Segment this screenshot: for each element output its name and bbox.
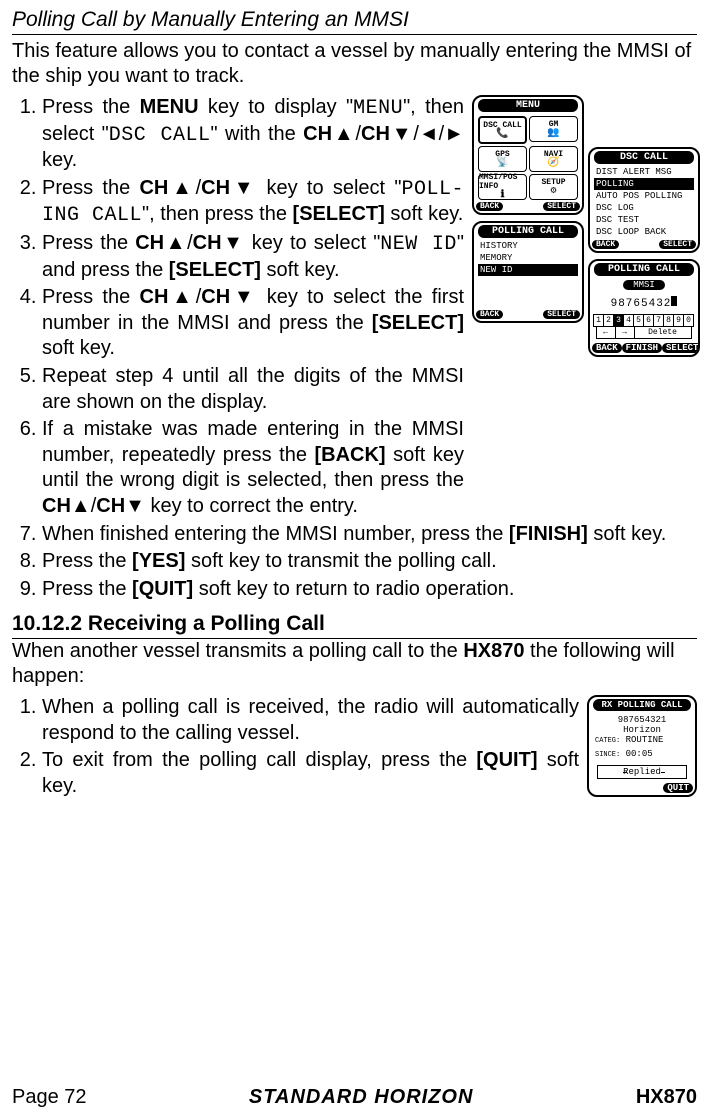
rx-categ-label: CATEG: <box>595 737 620 745</box>
rx-replied: Replied <box>597 765 687 779</box>
rx-categ: ROUTINE <box>626 735 664 745</box>
rx-name: Horizon <box>595 725 689 735</box>
steps-list-a: Press the MENU key to display "MENU", th… <box>12 95 464 520</box>
polling-item[interactable]: HISTORY <box>478 240 578 252</box>
step-item: Press the CH▲/CH▼ key to select the firs… <box>42 285 464 362</box>
rx-since: 00:05 <box>626 749 653 759</box>
dsc-item[interactable]: POLLING <box>594 178 694 190</box>
mmsi-back[interactable]: BACK <box>592 343 622 353</box>
menu-title: MENU <box>478 99 578 112</box>
menu-cell[interactable]: SETUP⚙ <box>529 174 578 200</box>
polling-item[interactable]: NEW ID <box>478 264 578 276</box>
dsc-item[interactable]: DSC LOG <box>594 202 694 214</box>
model-name: HX870 <box>636 1086 697 1109</box>
step-item: If a mistake was made entering in the MM… <box>42 417 464 519</box>
polling-item[interactable]: MEMORY <box>478 252 578 264</box>
dsc-select[interactable]: SELECT <box>659 240 696 249</box>
subsection-intro: When another vessel transmits a polling … <box>12 639 697 689</box>
page-number: Page 72 <box>12 1086 87 1109</box>
step-item: Press the [QUIT] soft key to return to r… <box>42 577 697 603</box>
dsc-screen: DSC CALL DIST ALERT MSGPOLLINGAUTO POS P… <box>588 147 700 253</box>
polling-back[interactable]: BACK <box>476 310 503 319</box>
step-item: Repeat step 4 until all the digits of th… <box>42 364 464 415</box>
dsc-item[interactable]: DIST ALERT MSG <box>594 166 694 178</box>
step-item: To exit from the polling call display, p… <box>42 748 579 799</box>
step-item: Press the CH▲/CH▼ key to select "NEW ID"… <box>42 231 464 283</box>
polling-screen: POLLING CALL HISTORYMEMORYNEW ID BACK SE… <box>472 221 584 323</box>
mmsi-select[interactable]: SELECT <box>662 343 700 353</box>
menu-cell[interactable]: NAVI🧭 <box>529 146 578 172</box>
subsection-title: 10.12.2 Receiving a Polling Call <box>12 612 697 639</box>
brand-logo: STANDARD HORIZON <box>249 1086 474 1109</box>
menu-cell[interactable]: GPS📡 <box>478 146 527 172</box>
mmsi-title: POLLING CALL <box>594 263 694 276</box>
mmsi-finish[interactable]: FINISH <box>622 343 662 353</box>
menu-screen: MENU DSC CALL📞GM👥GPS📡NAVI🧭MMSI/POS INFOℹ… <box>472 95 584 215</box>
step-item: Press the CH▲/CH▼ key to select "POLL-IN… <box>42 176 464 229</box>
step-item: Press the MENU key to display "MENU", th… <box>42 95 464 174</box>
arrow-right[interactable]: → <box>615 326 635 339</box>
polling-select[interactable]: SELECT <box>543 310 580 319</box>
rx-since-label: SINCE: <box>595 751 620 759</box>
dsc-item[interactable]: AUTO POS POLLING <box>594 190 694 202</box>
intro-text: This feature allows you to contact a ves… <box>12 39 697 89</box>
mmsi-value: 98765432 <box>594 294 694 314</box>
menu-back[interactable]: BACK <box>476 202 503 211</box>
dsc-item[interactable]: DSC TEST <box>594 214 694 226</box>
mmsi-subtitle: MMSI <box>623 280 665 290</box>
dsc-title: DSC CALL <box>594 151 694 164</box>
mmsi-screen: POLLING CALL MMSI 98765432 1234567890 ← … <box>588 259 700 357</box>
steps-list-c: When a polling call is received, the rad… <box>12 695 579 799</box>
rx-quit[interactable]: QUIT <box>663 783 693 793</box>
step-item: When a polling call is received, the rad… <box>42 695 579 746</box>
delete-button[interactable]: Delete <box>634 326 692 339</box>
dsc-back[interactable]: BACK <box>592 240 619 249</box>
steps-list-b: When finished entering the MMSI number, … <box>12 522 697 603</box>
dsc-item[interactable]: DSC LOOP BACK <box>594 226 694 238</box>
rx-mmsi: 987654321 <box>595 715 689 725</box>
step-item: Press the [YES] soft key to transmit the… <box>42 549 697 575</box>
rx-title: RX POLLING CALL <box>593 699 691 711</box>
menu-cell[interactable]: GM👥 <box>529 116 578 142</box>
step-item: When finished entering the MMSI number, … <box>42 522 697 548</box>
arrow-left[interactable]: ← <box>596 326 616 339</box>
polling-title: POLLING CALL <box>478 225 578 238</box>
menu-select[interactable]: SELECT <box>543 202 580 211</box>
rx-screen: RX POLLING CALL 987654321 Horizon CATEG:… <box>587 695 697 797</box>
menu-cell[interactable]: DSC CALL📞 <box>478 116 527 144</box>
menu-cell[interactable]: MMSI/POS INFOℹ <box>478 174 527 200</box>
section-title: Polling Call by Manually Entering an MMS… <box>12 8 697 35</box>
